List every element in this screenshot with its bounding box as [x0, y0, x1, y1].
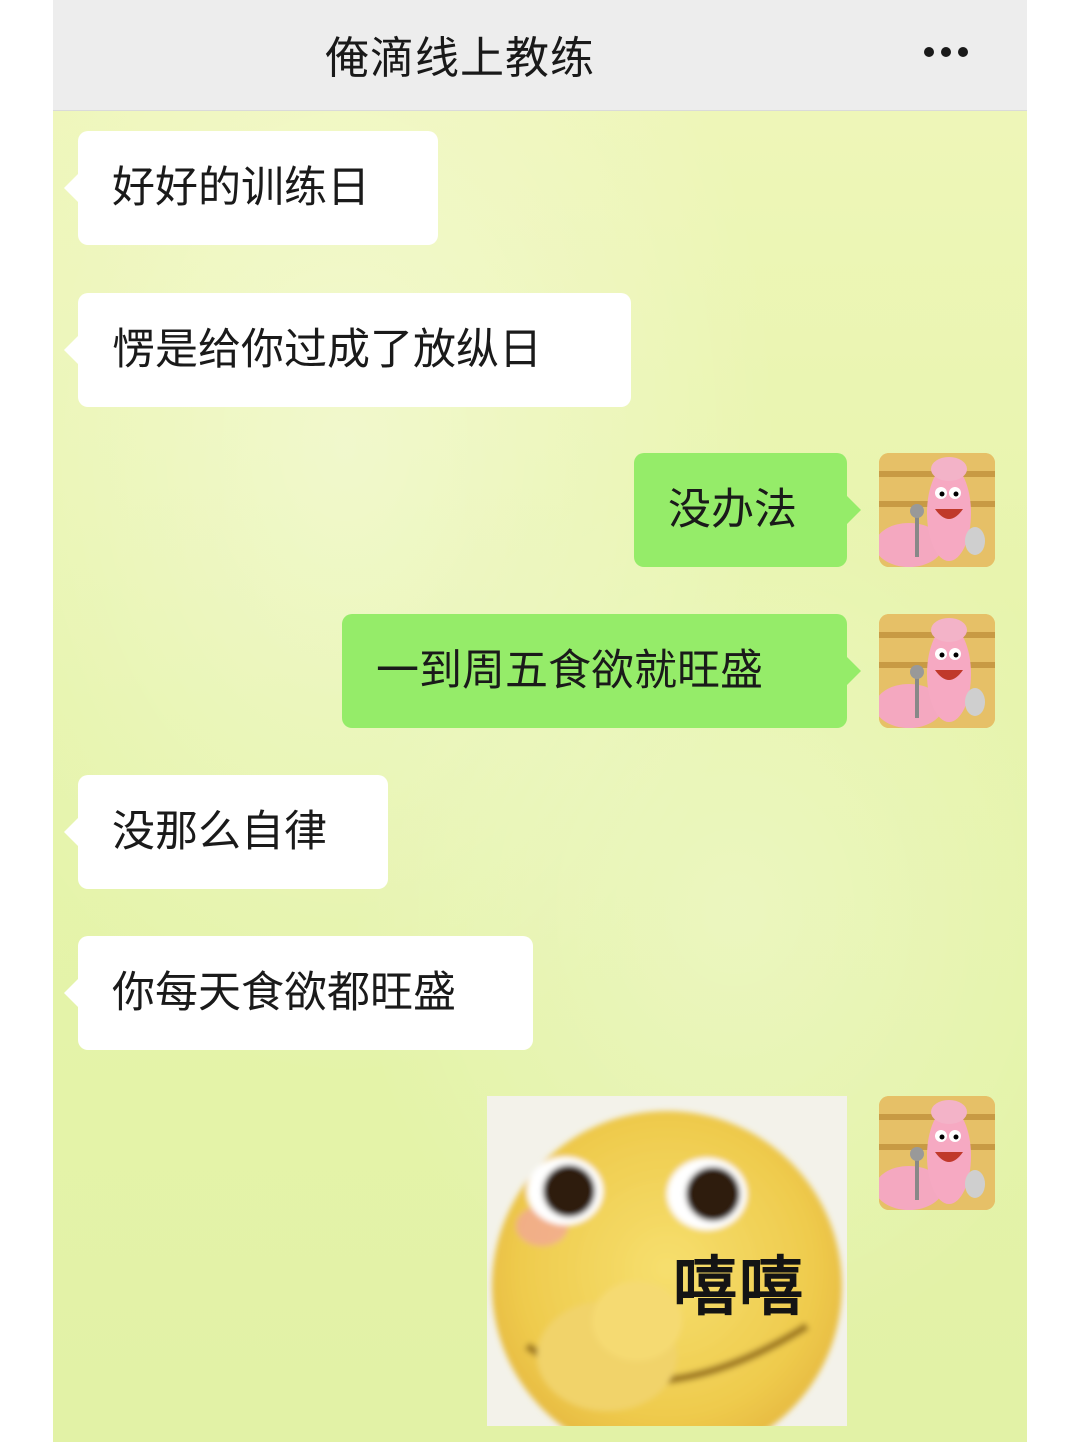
incoming-message-bubble[interactable]: 你每天食欲都旺盛	[64, 936, 533, 1050]
more-dot-icon	[924, 47, 934, 57]
sticker-message[interactable]: 嘻嘻	[487, 1096, 847, 1426]
patrick-avatar-icon	[879, 453, 995, 567]
sticker-caption: 嘻嘻	[673, 1251, 805, 1325]
more-dot-icon	[958, 47, 968, 57]
patrick-avatar-icon	[879, 614, 995, 728]
patrick-avatar-icon	[879, 1096, 995, 1210]
incoming-message-bubble[interactable]: 好好的训练日	[64, 131, 438, 245]
user-avatar[interactable]	[879, 1096, 995, 1210]
user-avatar[interactable]	[879, 614, 995, 728]
incoming-message-bubble[interactable]: 没那么自律	[64, 775, 388, 889]
message-list[interactable]: 好好的训练日 愣是给你过成了放纵日 没办法 一到周五食欲就旺盛 没那么自律 你每…	[53, 111, 1027, 1442]
incoming-message-bubble[interactable]: 愣是给你过成了放纵日	[64, 293, 631, 407]
more-dot-icon	[941, 47, 951, 57]
more-options-button[interactable]	[911, 30, 981, 74]
chat-window: 俺滴线上教练 好好的训练日 愣是给你过成了放纵日 没办法 一到周五食欲就旺盛 没…	[53, 0, 1027, 1442]
chat-header: 俺滴线上教练	[53, 0, 1027, 111]
outgoing-message-bubble[interactable]: 没办法	[634, 453, 861, 567]
outgoing-message-bubble[interactable]: 一到周五食欲就旺盛	[342, 614, 861, 728]
chat-title: 俺滴线上教练	[325, 33, 595, 84]
user-avatar[interactable]	[879, 453, 995, 567]
